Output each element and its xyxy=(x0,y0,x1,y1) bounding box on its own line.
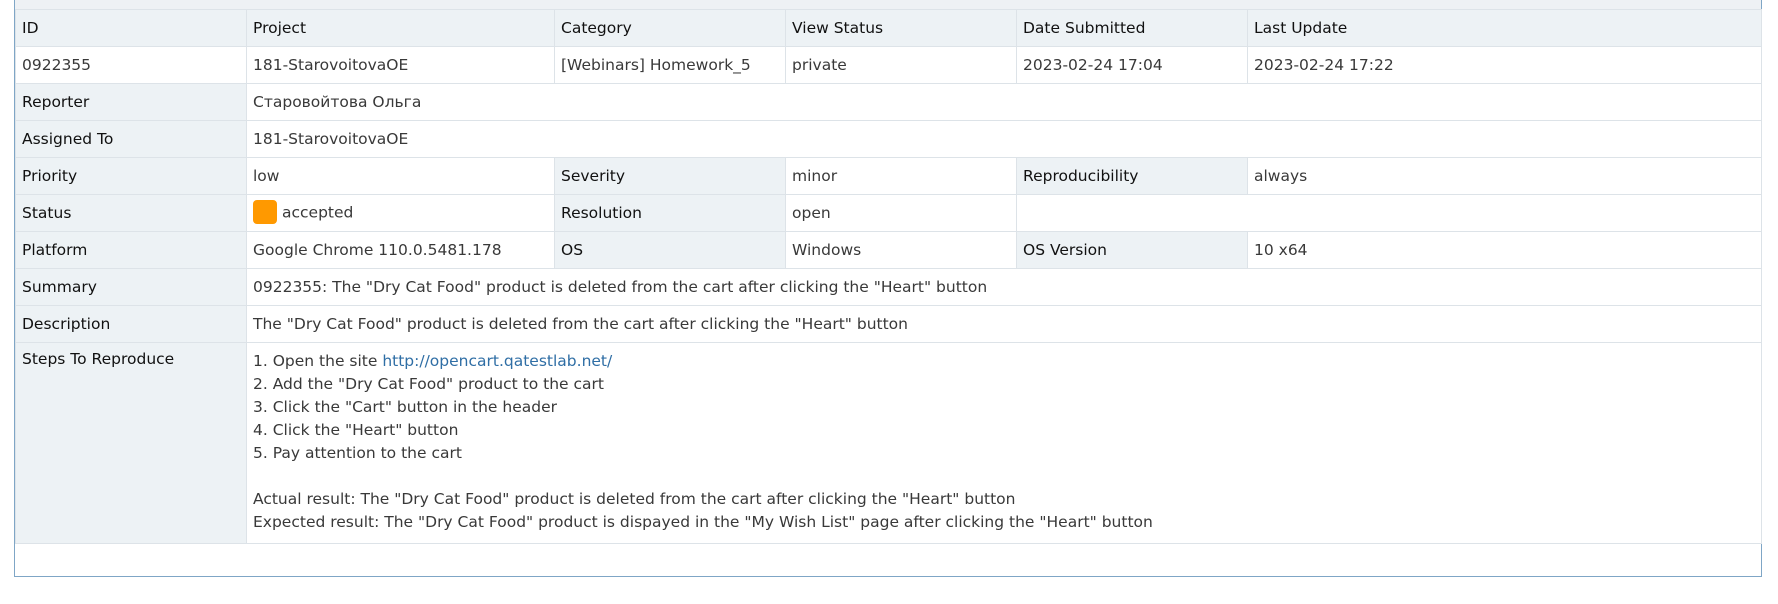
platform-label: Platform xyxy=(15,231,247,269)
reporter-row: Reporter Старовойтова Ольга xyxy=(15,83,1762,121)
issue-date-submitted: 2023-02-24 17:04 xyxy=(1016,46,1248,84)
expected-result: Expected result: The "Dry Cat Food" prod… xyxy=(253,513,1153,531)
description-label: Description xyxy=(15,305,247,343)
steps-row: Steps To Reproduce 1. Open the site http… xyxy=(15,342,1762,544)
status-row-empty xyxy=(1016,194,1762,232)
severity-label: Severity xyxy=(554,157,786,195)
summary-label: Summary xyxy=(15,268,247,306)
resolution-value: open xyxy=(785,194,1017,232)
priority-value: low xyxy=(246,157,555,195)
status-cell: accepted xyxy=(246,194,555,232)
severity-value: minor xyxy=(785,157,1017,195)
issue-last-update: 2023-02-24 17:22 xyxy=(1247,46,1762,84)
summary-row: Summary 0922355: The "Dry Cat Food" prod… xyxy=(15,268,1762,306)
reporter-label: Reporter xyxy=(15,83,247,121)
step-5: 5. Pay attention to the cart xyxy=(253,444,462,462)
issue-details-table: ID Project Category View Status Date Sub… xyxy=(15,9,1762,544)
header-last-update: Last Update xyxy=(1247,9,1762,47)
step-1-text: 1. Open the site xyxy=(253,352,383,370)
header-date-submitted: Date Submitted xyxy=(1016,9,1248,47)
issue-details-frame: ID Project Category View Status Date Sub… xyxy=(14,0,1762,577)
assigned-row: Assigned To 181-StarovoitovaOE xyxy=(15,120,1762,158)
summary-value: 0922355: The "Dry Cat Food" product is d… xyxy=(246,268,1762,306)
status-value: accepted xyxy=(282,203,354,222)
priority-label: Priority xyxy=(15,157,247,195)
assigned-to-value: 181-StarovoitovaOE xyxy=(246,120,1762,158)
reproducibility-value: always xyxy=(1247,157,1762,195)
issue-id: 0922355 xyxy=(15,46,247,84)
reproducibility-label: Reproducibility xyxy=(1016,157,1248,195)
description-value: The "Dry Cat Food" product is deleted fr… xyxy=(246,305,1762,343)
os-version-label: OS Version xyxy=(1016,231,1248,269)
issue-row: 0922355 181-StarovoitovaOE [Webinars] Ho… xyxy=(15,46,1762,84)
step-4: 4. Click the "Heart" button xyxy=(253,421,459,439)
header-project: Project xyxy=(246,9,555,47)
issue-category: [Webinars] Homework_5 xyxy=(554,46,786,84)
status-label: Status xyxy=(15,194,247,232)
header-row: ID Project Category View Status Date Sub… xyxy=(15,9,1762,47)
issue-project: 181-StarovoitovaOE xyxy=(246,46,555,84)
steps-spacer xyxy=(253,465,1755,488)
actual-result: Actual result: The "Dry Cat Food" produc… xyxy=(253,490,1016,508)
resolution-label: Resolution xyxy=(554,194,786,232)
header-category: Category xyxy=(554,9,786,47)
step-3: 3. Click the "Cart" button in the header xyxy=(253,398,557,416)
step-1: 1. Open the site http://opencart.qatestl… xyxy=(253,350,1755,373)
platform-row: Platform Google Chrome 110.0.5481.178 OS… xyxy=(15,231,1762,269)
os-version-value: 10 x64 xyxy=(1247,231,1762,269)
status-row: Status accepted Resolution open xyxy=(15,194,1762,232)
os-value: Windows xyxy=(785,231,1017,269)
priority-row: Priority low Severity minor Reproducibil… xyxy=(15,157,1762,195)
assigned-to-label: Assigned To xyxy=(15,120,247,158)
steps-value: 1. Open the site http://opencart.qatestl… xyxy=(246,342,1762,544)
platform-value: Google Chrome 110.0.5481.178 xyxy=(246,231,555,269)
reporter-value: Старовойтова Ольга xyxy=(246,83,1762,121)
steps-label: Steps To Reproduce xyxy=(15,342,247,544)
opencart-link[interactable]: http://opencart.qatestlab.net/ xyxy=(382,352,612,370)
description-row: Description The "Dry Cat Food" product i… xyxy=(15,305,1762,343)
step-2: 2. Add the "Dry Cat Food" product to the… xyxy=(253,375,604,393)
header-view-status: View Status xyxy=(785,9,1017,47)
os-label: OS xyxy=(554,231,786,269)
status-color-swatch xyxy=(253,200,277,224)
issue-view-status: private xyxy=(785,46,1017,84)
header-id: ID xyxy=(15,9,247,47)
